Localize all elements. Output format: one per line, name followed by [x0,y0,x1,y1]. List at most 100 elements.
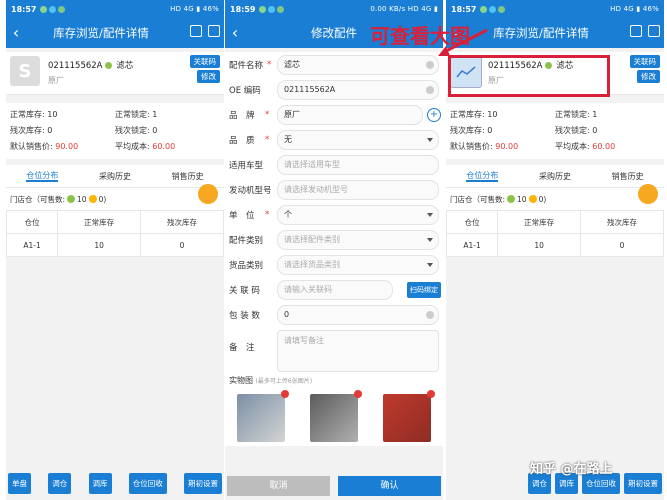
tab-sales[interactable]: 销售历史 [151,171,224,182]
field-input[interactable]: 请选择配件类别 [277,229,439,250]
detail-tabs: 仓位分布 采购历史 销售历史 [446,165,664,188]
stock-normal-locked: 正常锁定: 1 [555,110,598,119]
photo-list [225,390,443,446]
field-label: 包 装 数 [229,310,260,321]
edit-icon[interactable] [648,25,660,37]
edit-button[interactable]: 修改 [197,70,220,83]
tab-location[interactable]: 仓位分布 [6,167,79,185]
edit-form: 配件名称 * 滤芯 OE 编码 021115562A 品 牌 * 原厂 + 品 质 * 无适用车型 请选… [225,52,443,327]
field-input[interactable]: 滤芯 [277,54,439,75]
remark-label: 备 注 [229,343,255,353]
annotation-arrow [438,28,488,56]
stock-info: 正常库存: 10 正常锁定: 1 残次库存: 0 残次锁定: 0 默认销售价: … [446,103,664,159]
field-input[interactable]: 请选择货品类别 [277,254,439,275]
status-time: 18:57 [451,4,477,14]
field-input[interactable]: 请选择适用车型 [277,154,439,175]
field-label: 品 牌 [229,110,255,121]
product-brand: 原厂 [48,76,64,85]
verified-icon [104,62,112,69]
tab-purchase[interactable]: 采购历史 [519,171,592,182]
status-bar: 18:57 HD 4G ▮ 46% [6,0,224,18]
tab-location[interactable]: 仓位分布 [446,167,519,185]
back-icon[interactable]: ‹ [225,18,245,48]
screen-edit-part: 18:59 0.00 KB/s HD 4G ▮ ‹ 修改配件 配件名称 * 滤芯 OE… [225,0,443,500]
field-input[interactable]: 无 [277,129,439,150]
print-icon[interactable] [630,25,642,37]
form-row: 配件类别 请选择配件类别 [225,227,443,252]
dropdown-icon[interactable] [427,262,433,267]
form-row: 关 联 码 请输入关联码 扫码绑定 [225,277,443,302]
edit-icon[interactable] [208,25,220,37]
field-input[interactable]: 0 [277,304,439,325]
remark-input[interactable]: 请填写备注 [277,330,439,372]
print-icon[interactable] [190,25,202,37]
field-label: 配件名称 [229,60,264,71]
form-row: 品 质 * 无 [225,127,443,152]
highlight-box [448,55,610,97]
clear-icon[interactable] [426,60,434,69]
field-input[interactable]: 请输入关联码 [277,279,393,300]
store-row: 门店仓（可售数: 10 0) [446,184,664,210]
tab-sales[interactable]: 销售历史 [591,171,664,182]
tab-purchase[interactable]: 采购历史 [79,171,152,182]
default-price: 默认销售价: 90.00 [450,142,519,151]
product-code: 021115562A [48,61,103,71]
photo-thumb[interactable] [237,390,290,442]
product-name: 滤芯 [116,61,134,71]
field-input[interactable]: 原厂 [277,104,423,125]
back-icon[interactable]: ‹ [6,18,26,48]
initial-setup-button[interactable]: 期初设置 [184,473,222,494]
status-right: 0.00 KB/s HD 4G ▮ [370,5,438,13]
circle-icon [67,195,76,203]
remark-row: 备 注 请填写备注 [225,327,443,372]
product-code-line: 021115562A 滤芯 [48,59,133,71]
circle-icon [88,195,97,203]
field-label: 关 联 码 [229,285,260,296]
field-label: 品 质 [229,135,255,146]
form-row: 发动机型号 请选择发动机型号 [225,177,443,202]
field-input[interactable]: 请选择发动机型号 [277,179,439,200]
product-image[interactable]: S [10,56,40,86]
stock-defect-locked: 残次锁定: 0 [115,126,158,135]
link-code-button[interactable]: 关联码 [629,55,660,68]
bank-icon[interactable] [198,184,218,204]
clear-icon[interactable] [426,310,434,319]
photo-thumb[interactable] [309,390,362,442]
watermark: 知乎 @在路上 [530,462,613,477]
form-row: 包 装 数 0 [225,302,443,327]
stock-defect: 残次库存: 0 [10,126,53,135]
status-bar: 18:57 HD 4G ▮ 46% [446,0,664,18]
dropdown-icon[interactable] [427,212,433,217]
dropdown-icon[interactable] [427,237,433,242]
link-code-button[interactable]: 关联码 [189,55,220,68]
table-row: A1-1 10 0 [446,233,664,257]
photo-thumb[interactable] [382,390,435,442]
bin-recycle-button[interactable]: 仓位回收 [128,473,167,494]
page-title: 库存浏览/配件详情 [53,26,149,40]
field-input[interactable]: 021115562A [277,79,439,100]
bottom-toolbar: 单盘 调仓 调库 仓位回收 期初设置 [6,473,224,494]
form-row: OE 编码 021115562A [225,77,443,102]
cancel-button[interactable]: 取消 [227,476,330,496]
store-row: 门店仓（可售数: 10 0) [6,184,224,210]
count-button[interactable]: 单盘 [8,473,31,494]
initial-setup-button[interactable]: 期初设置 [624,473,662,494]
bank-icon[interactable] [638,184,658,204]
transfer-button[interactable]: 调库 [88,473,112,494]
form-row: 配件名称 * 滤芯 [225,52,443,77]
stock-defect: 残次库存: 0 [450,126,493,135]
stock-normal: 正常库存: 10 [10,110,58,119]
add-brand-icon[interactable]: + [427,107,441,122]
field-input[interactable]: 个 [277,204,439,225]
screen-part-detail-left: 18:57 HD 4G ▮ 46% ‹ 库存浏览/配件详情 S 02111556… [6,0,224,500]
avg-cost: 平均成本: 60.00 [115,142,176,151]
dropdown-icon[interactable] [427,137,433,142]
status-bar: 18:59 0.00 KB/s HD 4G ▮ [225,0,443,18]
clear-icon[interactable] [426,85,434,94]
move-bin-button[interactable]: 调仓 [48,473,72,494]
edit-button[interactable]: 修改 [637,70,660,83]
scan-bind-button[interactable]: 扫码绑定 [407,281,441,298]
field-label: 适用车型 [229,160,264,171]
form-row: 适用车型 请选择适用车型 [225,152,443,177]
confirm-button[interactable]: 确认 [338,476,441,496]
